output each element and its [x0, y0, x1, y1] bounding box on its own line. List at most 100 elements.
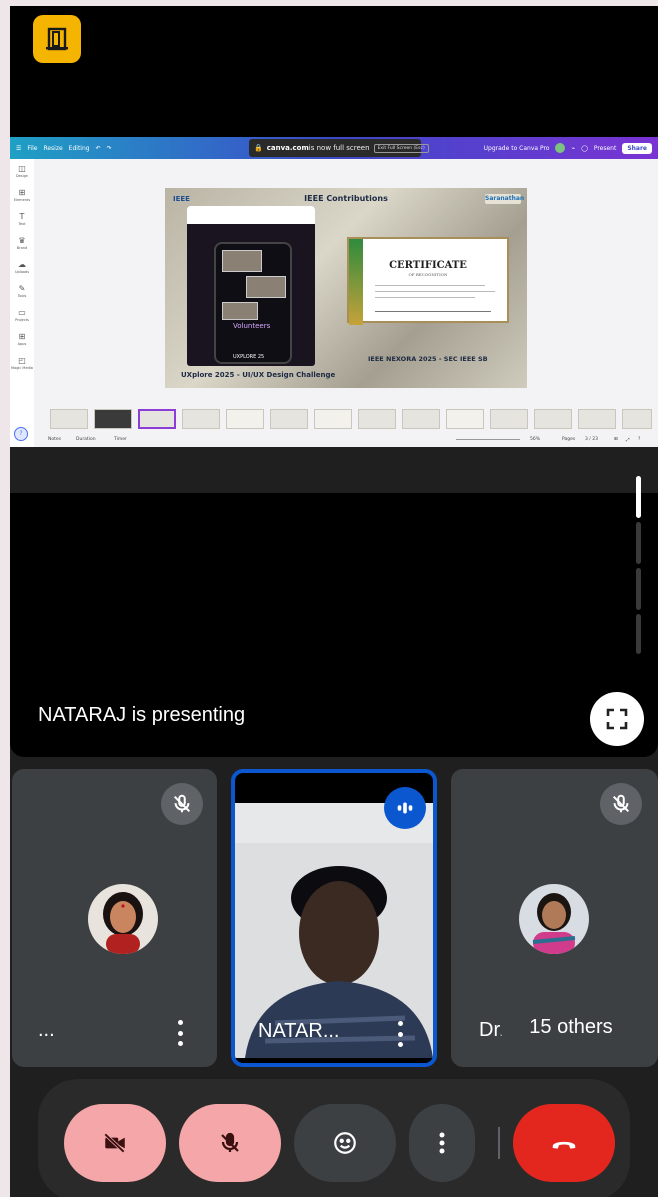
- page-count: 3 / 23: [585, 437, 598, 442]
- sidebar-item-elements[interactable]: ⊞ Elements: [10, 183, 34, 207]
- page-thumbnail[interactable]: [182, 409, 220, 429]
- certificate-subtitle: OF RECOGNITION: [408, 272, 448, 277]
- poster-phone-frame: [214, 242, 292, 364]
- scroll-segment: [636, 568, 641, 610]
- page-thumbnail-strip: [38, 405, 656, 431]
- sidebar-item-brand[interactable]: ♛ Brand: [10, 231, 34, 255]
- poster-photo: [222, 250, 262, 272]
- poster-photo: [222, 302, 258, 320]
- present-button[interactable]: Present: [594, 145, 617, 152]
- door-exit-icon: [46, 27, 68, 51]
- reactions-button[interactable]: [294, 1104, 396, 1182]
- fullscreen-notice: 🔒 canva.com is now full screen Exit Full…: [249, 139, 429, 157]
- more-vertical-icon: [177, 1020, 183, 1025]
- page-thumbnail[interactable]: [50, 409, 88, 429]
- page-thumbnail[interactable]: [534, 409, 572, 429]
- camera-toggle-button[interactable]: [64, 1104, 166, 1182]
- sidebar-item-projects[interactable]: ▭ Projects: [10, 303, 34, 327]
- page-thumbnail[interactable]: [226, 409, 264, 429]
- page-thumbnail[interactable]: [490, 409, 528, 429]
- mic-off-icon: [221, 1132, 239, 1152]
- fullscreen-button[interactable]: [590, 692, 644, 746]
- poster-event-label: UXPLORE 25: [233, 354, 265, 360]
- participant-tile-active[interactable]: NATAR...: [231, 769, 437, 1067]
- magic-media-icon: ◰: [18, 355, 26, 365]
- audio-wave-icon: [397, 802, 413, 814]
- undo-icon[interactable]: ↶: [96, 145, 101, 152]
- speaking-badge: [384, 787, 426, 829]
- exit-presentation-button[interactable]: [33, 15, 81, 63]
- sidebar-item-apps[interactable]: ⊞ Apps: [10, 327, 34, 351]
- page-thumbnail[interactable]: [270, 409, 308, 429]
- page-thumbnail[interactable]: [446, 409, 484, 429]
- fullscreen-domain: canva.com: [266, 144, 309, 152]
- poster-volunteers-label: Volunteers: [233, 322, 271, 330]
- canva-menu-icon[interactable]: ☰: [16, 145, 21, 152]
- canva-editing-menu[interactable]: Editing: [69, 145, 90, 152]
- brand-icon: ♛: [18, 235, 26, 245]
- redo-icon[interactable]: ↷: [107, 145, 112, 152]
- canva-file-menu[interactable]: File: [27, 145, 37, 152]
- sidebar-item-design[interactable]: ◫ Design: [10, 159, 34, 183]
- others-participants-button[interactable]: 15 others: [500, 1002, 642, 1052]
- page-scroll-indicator[interactable]: [636, 476, 642, 656]
- call-controls: [38, 1079, 630, 1197]
- more-options-button[interactable]: [409, 1104, 475, 1182]
- certificate-line: [375, 291, 495, 292]
- muted-badge: [161, 783, 203, 825]
- page-thumbnail[interactable]: [358, 409, 396, 429]
- chart-icon[interactable]: ⌁: [571, 145, 575, 152]
- page-thumbnail[interactable]: [622, 409, 652, 429]
- share-button[interactable]: Share: [622, 142, 652, 154]
- certificate-title: CERTIFICATE: [389, 260, 467, 271]
- more-vertical-icon: [397, 1021, 403, 1026]
- presentation-slide: IEEE IEEE Contributions Saranathan Volun…: [165, 188, 527, 388]
- upgrade-link[interactable]: Upgrade to Canva Pro: [484, 145, 550, 152]
- notes-button[interactable]: Notes: [48, 437, 61, 442]
- grid-view-icon[interactable]: ⊞: [614, 437, 618, 442]
- controls-divider: [498, 1127, 500, 1159]
- duration-button[interactable]: Duration: [76, 437, 96, 442]
- presentation-tile[interactable]: NATARAJ is presenting: [10, 493, 658, 757]
- mic-toggle-button[interactable]: [179, 1104, 281, 1182]
- caption-uxplore: UXplore 2025 - UI/UX Design Challenge: [181, 371, 336, 379]
- page-thumbnail[interactable]: [578, 409, 616, 429]
- sidebar-item-tools[interactable]: ✎ Tools: [10, 279, 34, 303]
- scroll-segment-active: [636, 476, 641, 518]
- pages-button[interactable]: Pages: [562, 437, 575, 442]
- comment-icon[interactable]: ◯: [581, 145, 588, 152]
- certificate-ribbon: [349, 239, 363, 325]
- hang-up-icon: [552, 1141, 576, 1149]
- canva-resize-menu[interactable]: Resize: [43, 145, 62, 152]
- certificate-line: [375, 285, 485, 286]
- help-icon[interactable]: ?: [638, 437, 640, 442]
- timer-button[interactable]: Timer: [114, 437, 127, 442]
- zoom-slider[interactable]: [456, 439, 520, 440]
- text-icon: T: [19, 211, 25, 221]
- sidebar-item-magic-media[interactable]: ◰ Magic Media: [10, 351, 34, 375]
- expand-icon[interactable]: ⤢: [626, 437, 630, 443]
- caption-nexora: IEEE NEXORA 2025 - SEC IEEE SB: [368, 355, 488, 363]
- design-icon: ◫: [18, 163, 26, 173]
- sidebar-item-uploads[interactable]: ☁ Uploads: [10, 255, 34, 279]
- page-thumbnail[interactable]: [314, 409, 352, 429]
- participant-more-button[interactable]: [177, 1020, 183, 1046]
- slide-title: IEEE Contributions: [304, 194, 388, 203]
- shared-screen: ☰ File Resize Editing ↶ ↷ Upgrade to Can…: [10, 137, 658, 447]
- participant-more-button[interactable]: [397, 1021, 403, 1047]
- page-thumbnail[interactable]: [402, 409, 440, 429]
- saranathan-logo: Saranathan: [485, 194, 525, 204]
- apps-icon: ⊞: [18, 331, 26, 341]
- participant-tile[interactable]: ...: [12, 769, 217, 1067]
- elements-icon: ⊞: [18, 187, 26, 197]
- page-thumbnail[interactable]: [94, 409, 132, 429]
- sidebar-item-text[interactable]: T Text: [10, 207, 34, 231]
- avatar: [88, 884, 158, 954]
- upload-icon: ☁: [18, 259, 26, 269]
- page-thumbnail-active[interactable]: [138, 409, 176, 429]
- certificate-line: [375, 297, 475, 298]
- scroll-segment: [636, 522, 641, 564]
- exit-fullscreen-button[interactable]: Exit Full Screen (Esc): [373, 143, 429, 153]
- avatar: [519, 884, 589, 954]
- end-call-button[interactable]: [513, 1104, 615, 1182]
